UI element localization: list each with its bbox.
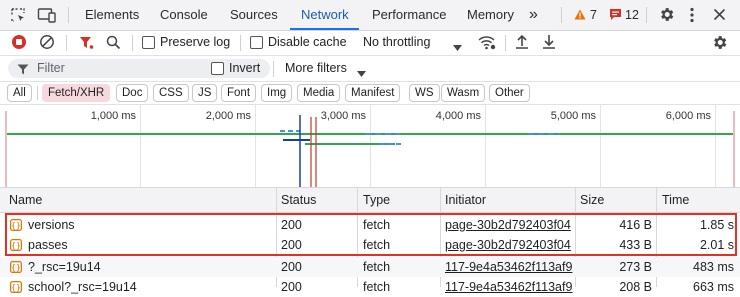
tab-performance[interactable]: Performance [372, 0, 446, 30]
column-header-size[interactable]: Size [580, 188, 650, 212]
tab-network[interactable]: Network [301, 0, 349, 30]
request-initiator-link[interactable]: 117-9e4a53462f113af9 [445, 277, 573, 297]
invert-checkbox[interactable] [211, 62, 224, 75]
column-header-initiator[interactable]: Initiator [445, 188, 570, 212]
filter-bar: Filter Invert More filters [0, 56, 740, 82]
request-type: fetch [363, 280, 391, 294]
export-har-icon[interactable] [542, 34, 556, 53]
request-name: passes [28, 238, 68, 252]
network-settings-gear-icon[interactable] [711, 34, 728, 54]
record-stop-icon[interactable] [11, 34, 27, 53]
request-size: 273 B [619, 260, 652, 274]
search-icon[interactable] [106, 35, 121, 53]
requests-table-header: Name Status Type Initiator Size Time [0, 188, 740, 213]
fetch-request-icon: {} [10, 281, 23, 294]
inspect-element-icon[interactable] [10, 7, 26, 26]
request-initiator-link[interactable]: page-30b2d792403f04 [445, 215, 573, 235]
type-filter-wasm[interactable]: Wasm [441, 84, 486, 102]
svg-text:{}: {} [11, 241, 21, 250]
tab-elements[interactable]: Elements [85, 0, 139, 30]
type-filter-media[interactable]: Media [297, 84, 341, 102]
invert-label[interactable]: Invert [229, 61, 260, 75]
fetch-request-icon: {} [10, 261, 23, 274]
svg-text:{}: {} [11, 263, 21, 272]
disable-cache-checkbox[interactable] [250, 36, 263, 49]
network-toolbar: Preserve log Disable cache No throttling [0, 31, 740, 56]
request-initiator-link[interactable]: page-30b2d792403f04 [445, 235, 573, 255]
throttling-select[interactable]: No throttling [363, 35, 430, 49]
preserve-log-label[interactable]: Preserve log [160, 35, 230, 49]
column-header-name[interactable]: Name [9, 188, 269, 212]
resource-type-filters: All Fetch/XHR Doc CSS JS Font Img Media … [0, 82, 740, 105]
request-size: 416 B [619, 218, 652, 232]
settings-gear-icon[interactable] [658, 6, 675, 26]
fetch-request-icon: {} [10, 219, 23, 232]
request-status: 200 [281, 260, 302, 274]
error-message-icon[interactable] [609, 8, 622, 24]
type-filter-css[interactable]: CSS [153, 84, 189, 102]
request-time: 483 ms [693, 260, 734, 274]
clear-icon[interactable] [39, 34, 55, 53]
request-status: 200 [281, 280, 302, 294]
type-filter-img[interactable]: Img [261, 84, 293, 102]
type-filter-js[interactable]: JS [192, 84, 218, 102]
request-size: 208 B [619, 280, 652, 294]
more-filters-chevron-icon[interactable] [357, 66, 366, 80]
active-tab-indicator [290, 28, 359, 30]
request-type: fetch [363, 260, 391, 274]
type-filter-manifest[interactable]: Manifest [345, 84, 401, 102]
tab-console[interactable]: Console [160, 0, 208, 30]
type-filter-doc[interactable]: Doc [116, 84, 149, 102]
warning-count[interactable]: 7 [590, 0, 597, 30]
request-row-school[interactable]: {} school?_rsc=19u14 200 fetch 117-9e4a5… [0, 277, 740, 297]
timeline-waterfall-overview [5, 111, 735, 187]
close-devtools-icon[interactable] [713, 8, 726, 24]
column-header-status[interactable]: Status [281, 188, 351, 212]
device-toolbar-icon[interactable] [37, 7, 57, 26]
devtools-tab-bar: Elements Console Sources Network Perform… [0, 0, 740, 31]
tab-memory[interactable]: Memory [467, 0, 514, 30]
filter-funnel-icon[interactable] [79, 36, 94, 53]
tab-sources[interactable]: Sources [230, 0, 278, 30]
request-row-passes[interactable]: {} passes 200 fetch page-30b2d792403f04 … [0, 235, 740, 255]
request-row-rsc[interactable]: {} ?_rsc=19u14 200 fetch 117-9e4a53462f1… [0, 257, 740, 277]
more-options-icon[interactable] [689, 7, 695, 26]
error-count[interactable]: 12 [625, 0, 639, 30]
type-filter-fetch-xhr[interactable]: Fetch/XHR [42, 84, 111, 102]
type-filter-font[interactable]: Font [221, 84, 257, 102]
import-har-icon[interactable] [515, 34, 529, 53]
request-name: ?_rsc=19u14 [28, 260, 101, 274]
more-tabs-button[interactable]: » [529, 0, 538, 30]
network-overview-timeline[interactable]: 1,000 ms 2,000 ms 3,000 ms 4,000 ms 5,00… [0, 105, 740, 188]
request-name: school?_rsc=19u14 [28, 280, 137, 294]
request-type: fetch [363, 238, 391, 252]
request-time: 663 ms [693, 280, 734, 294]
request-status: 200 [281, 238, 302, 252]
warning-icon[interactable] [574, 9, 586, 23]
request-size: 433 B [619, 238, 652, 252]
filter-placeholder[interactable]: Filter [37, 61, 65, 75]
request-type: fetch [363, 218, 391, 232]
type-filter-all[interactable]: All [7, 84, 32, 102]
request-time: 2.01 s [699, 238, 734, 252]
filter-funnel-small-icon [17, 64, 29, 78]
type-filter-ws[interactable]: WS [409, 84, 440, 102]
svg-text:{}: {} [11, 283, 21, 292]
disable-cache-label[interactable]: Disable cache [268, 35, 347, 49]
type-filter-other[interactable]: Other [489, 84, 530, 102]
network-conditions-icon[interactable] [478, 35, 496, 53]
request-initiator-link[interactable]: 117-9e4a53462f113af9 [445, 257, 573, 277]
request-time: 1.85 s [699, 218, 734, 232]
column-header-type[interactable]: Type [363, 188, 433, 212]
preserve-log-checkbox[interactable] [142, 36, 155, 49]
fetch-request-icon: {} [10, 239, 23, 252]
request-name: versions [28, 218, 75, 232]
column-header-time[interactable]: Time [662, 188, 732, 212]
request-row-versions[interactable]: {} versions 200 fetch page-30b2d792403f0… [0, 215, 740, 235]
request-status: 200 [281, 218, 302, 232]
more-filters-button[interactable]: More filters [285, 61, 347, 75]
chevron-down-icon[interactable] [453, 40, 462, 54]
svg-text:{}: {} [11, 221, 21, 230]
